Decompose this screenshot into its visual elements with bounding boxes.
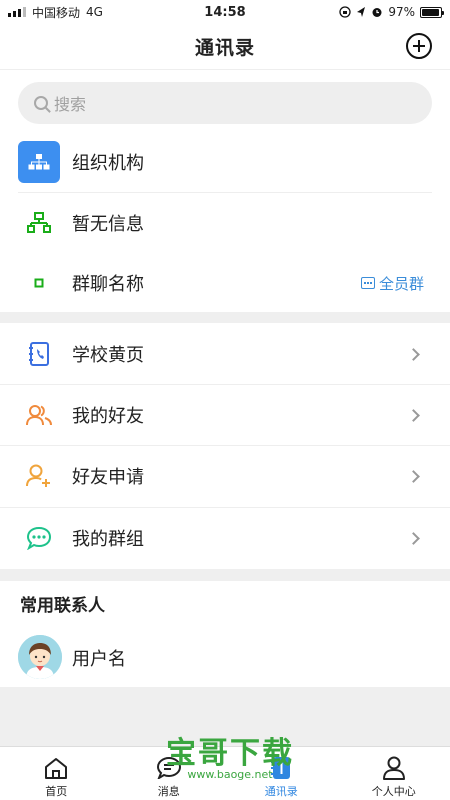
school-directory-label: 学校黄页 — [72, 345, 144, 366]
tab-label: 消息 — [157, 785, 180, 798]
search-placeholder: 搜索 — [54, 95, 87, 114]
carrier-label: 中国移动 — [32, 5, 81, 20]
my-friends-label: 我的好友 — [72, 406, 144, 427]
top-section: 搜索 组织机构 暂无信息 群聊名称 全员群 — [0, 70, 450, 312]
list-item-contact[interactable]: 用户名 — [0, 631, 450, 685]
tab-label: 首页 — [45, 785, 68, 798]
user-icon — [381, 755, 407, 781]
network-label: 4G — [86, 5, 103, 19]
my-groups-label: 我的群组 — [72, 529, 144, 550]
tab-label: 个人中心 — [371, 785, 416, 798]
hierarchy-icon — [18, 202, 60, 244]
list-item-group-chat[interactable]: 群聊名称 全员群 — [0, 253, 450, 313]
list-item-organization[interactable]: 组织机构 — [0, 132, 450, 192]
organization-label: 组织机构 — [72, 153, 144, 174]
battery-fill — [422, 8, 440, 16]
search-icon — [34, 96, 48, 110]
tab-home[interactable]: 首页 — [0, 747, 113, 800]
group-chat-icon — [18, 517, 60, 559]
tab-label: 通讯录 — [264, 785, 298, 798]
chevron-right-icon — [407, 531, 420, 545]
status-left: 中国移动 4G — [8, 4, 168, 21]
list-item-my-friends[interactable]: 我的好友 — [0, 385, 450, 445]
friend-requests-label: 好友申请 — [72, 467, 144, 488]
tab-profile[interactable]: 个人中心 — [338, 747, 450, 800]
list-item-friend-requests[interactable]: 好友申请 — [0, 446, 450, 506]
dot-icon — [18, 262, 60, 304]
location-icon — [357, 7, 366, 17]
list-item-no-info[interactable]: 暂无信息 — [0, 193, 450, 253]
avatar — [18, 635, 62, 679]
all-members-group-tag[interactable]: 全员群 — [360, 273, 424, 294]
message-icon — [156, 755, 182, 781]
chevron-right-icon — [407, 469, 420, 483]
battery-icon — [420, 6, 444, 18]
page-title: 通讯录 — [194, 37, 255, 59]
add-friend-icon — [18, 455, 60, 497]
list-item-school-directory[interactable]: 学校黄页 — [0, 324, 450, 384]
phonebook-icon — [18, 333, 60, 375]
search-input[interactable]: 搜索 — [18, 82, 432, 124]
chevron-right-icon — [407, 408, 420, 422]
tab-bar: 首页 消息 通讯录 个人中心 — [0, 746, 450, 800]
contacts-icon — [268, 755, 294, 781]
chevron-right-icon — [407, 347, 420, 361]
all-members-label: 全员群 — [378, 274, 424, 293]
alarm-icon — [372, 8, 382, 17]
no-info-label: 暂无信息 — [72, 214, 144, 235]
battery-label: 97% — [388, 5, 415, 19]
org-chart-icon — [18, 141, 60, 183]
tab-messages[interactable]: 消息 — [113, 747, 226, 800]
list-item-my-groups[interactable]: 我的群组 — [0, 508, 450, 568]
friends-icon — [18, 394, 60, 436]
frequent-contacts-section: 常用联系人 用户名 — [0, 581, 450, 687]
status-bar: 中国移动 4G 14:58 97% — [0, 0, 450, 24]
status-time: 14:58 — [204, 4, 246, 20]
orientation-lock-icon — [339, 6, 351, 18]
status-right: 97% — [282, 5, 444, 19]
home-icon — [43, 755, 69, 781]
nav-bar: 通讯录 — [0, 24, 450, 70]
signal-icon — [8, 7, 26, 17]
menu-section: 学校黄页 我的好友 好友申请 我的群组 — [0, 323, 450, 569]
contact-name: 用户名 — [72, 649, 126, 670]
chat-icon — [360, 277, 375, 289]
tab-contacts[interactable]: 通讯录 — [225, 747, 338, 800]
group-chat-name: 群聊名称 — [72, 274, 144, 295]
plus-circle-icon[interactable] — [406, 33, 432, 59]
section-title: 常用联系人 — [20, 596, 105, 616]
